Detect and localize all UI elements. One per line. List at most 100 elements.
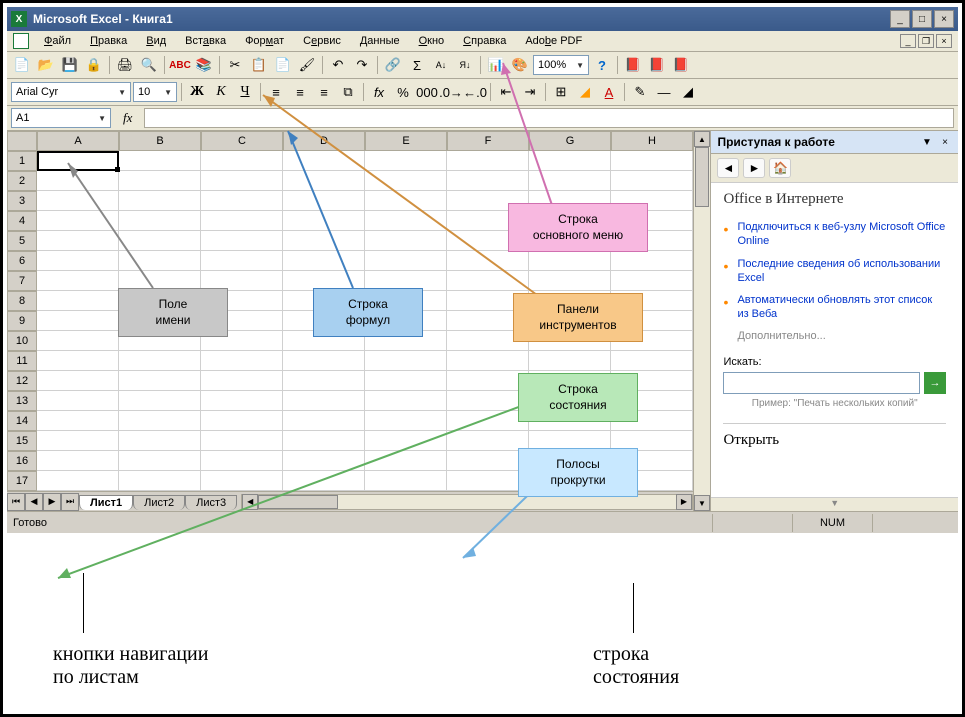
- align-left-icon[interactable]: ≡: [265, 81, 287, 103]
- cell[interactable]: [37, 451, 119, 471]
- percent-icon[interactable]: %: [392, 81, 414, 103]
- italic-button[interactable]: К: [210, 81, 232, 103]
- cell[interactable]: [37, 211, 119, 231]
- cell[interactable]: [201, 211, 283, 231]
- drawing-icon[interactable]: 🎨: [509, 54, 531, 76]
- row-header[interactable]: 12: [7, 371, 37, 391]
- cell[interactable]: [283, 351, 365, 371]
- pdf-icon-2[interactable]: 📕: [646, 54, 668, 76]
- close-button[interactable]: ×: [934, 10, 954, 28]
- cell[interactable]: [365, 211, 447, 231]
- doc-minimize-button[interactable]: _: [900, 34, 916, 48]
- cell[interactable]: [119, 171, 201, 191]
- column-header[interactable]: E: [365, 131, 447, 151]
- cell[interactable]: [447, 371, 529, 391]
- sheet-tab-3[interactable]: Лист3: [185, 495, 237, 510]
- taskpane-close-button[interactable]: ×: [938, 135, 952, 149]
- cell[interactable]: [37, 151, 119, 171]
- column-header[interactable]: F: [447, 131, 529, 151]
- first-sheet-button[interactable]: ⏮: [7, 493, 25, 511]
- menu-edit[interactable]: Правка: [82, 33, 135, 49]
- merge-center-icon[interactable]: ⧉: [337, 81, 359, 103]
- sheet-tab-2[interactable]: Лист2: [133, 495, 185, 510]
- sort-asc-icon[interactable]: А↓: [430, 54, 452, 76]
- cell[interactable]: [283, 431, 365, 451]
- decrease-decimal-icon[interactable]: ←.0: [464, 81, 486, 103]
- menu-window[interactable]: Окно: [411, 33, 453, 49]
- row-header[interactable]: 17: [7, 471, 37, 491]
- cell[interactable]: [119, 151, 201, 171]
- bold-button[interactable]: Ж: [186, 81, 208, 103]
- cell[interactable]: [365, 351, 447, 371]
- borders-icon[interactable]: ⊞: [550, 81, 572, 103]
- decrease-indent-icon[interactable]: ⇤: [495, 81, 517, 103]
- cell[interactable]: [283, 251, 365, 271]
- prev-sheet-button[interactable]: ◀: [25, 493, 43, 511]
- taskpane-link[interactable]: Автоматически обновлять этот список из В…: [723, 289, 946, 326]
- row-header[interactable]: 10: [7, 331, 37, 351]
- scroll-right-button[interactable]: ▶: [676, 494, 692, 510]
- cell[interactable]: [447, 391, 529, 411]
- pdf-icon-3[interactable]: 📕: [670, 54, 692, 76]
- vscroll-thumb[interactable]: [695, 147, 709, 207]
- cell[interactable]: [365, 151, 447, 171]
- sheet-tab-1[interactable]: Лист1: [79, 495, 133, 510]
- cell[interactable]: [611, 271, 693, 291]
- scroll-down-button[interactable]: ▼: [694, 495, 710, 511]
- menu-tools[interactable]: Сервис: [295, 33, 349, 49]
- cell[interactable]: [283, 451, 365, 471]
- column-header[interactable]: G: [529, 131, 611, 151]
- row-header[interactable]: 16: [7, 451, 37, 471]
- sort-desc-icon[interactable]: Я↓: [454, 54, 476, 76]
- cell[interactable]: [119, 231, 201, 251]
- increase-indent-icon[interactable]: ⇥: [519, 81, 541, 103]
- hscroll-thumb[interactable]: [258, 495, 338, 509]
- cell[interactable]: [119, 471, 201, 491]
- cell[interactable]: [447, 251, 529, 271]
- cell[interactable]: [283, 371, 365, 391]
- cell[interactable]: [119, 391, 201, 411]
- cell[interactable]: [529, 151, 611, 171]
- cell[interactable]: [365, 171, 447, 191]
- cell[interactable]: [119, 351, 201, 371]
- cell[interactable]: [365, 371, 447, 391]
- row-header[interactable]: 11: [7, 351, 37, 371]
- cell[interactable]: [283, 171, 365, 191]
- cell[interactable]: [529, 351, 611, 371]
- draw-border-icon[interactable]: ✎: [629, 81, 651, 103]
- cell[interactable]: [447, 151, 529, 171]
- cell[interactable]: [201, 391, 283, 411]
- column-header[interactable]: D: [283, 131, 365, 151]
- cell[interactable]: [447, 351, 529, 371]
- cell[interactable]: [283, 211, 365, 231]
- comma-icon[interactable]: 000: [416, 81, 438, 103]
- cell[interactable]: [283, 191, 365, 211]
- doc-close-button[interactable]: ×: [936, 34, 952, 48]
- name-box[interactable]: A1 ▼: [11, 108, 111, 128]
- print-icon[interactable]: 🖨: [114, 54, 136, 76]
- maximize-button[interactable]: □: [912, 10, 932, 28]
- cell[interactable]: [365, 191, 447, 211]
- scroll-up-button[interactable]: ▲: [694, 131, 710, 147]
- cell[interactable]: [365, 431, 447, 451]
- cell[interactable]: [201, 431, 283, 451]
- line-color-icon[interactable]: ◢: [677, 81, 699, 103]
- row-header[interactable]: 4: [7, 211, 37, 231]
- cell[interactable]: [201, 231, 283, 251]
- column-header[interactable]: A: [37, 131, 119, 151]
- cell[interactable]: [201, 191, 283, 211]
- cell[interactable]: [201, 171, 283, 191]
- search-input[interactable]: [723, 372, 920, 394]
- copy-icon[interactable]: 📋: [248, 54, 270, 76]
- menu-insert[interactable]: Вставка: [177, 33, 234, 49]
- cell[interactable]: [37, 171, 119, 191]
- cell[interactable]: [365, 451, 447, 471]
- row-header[interactable]: 13: [7, 391, 37, 411]
- cell[interactable]: [365, 231, 447, 251]
- row-header[interactable]: 5: [7, 231, 37, 251]
- doc-restore-button[interactable]: ❐: [918, 34, 934, 48]
- paste-icon[interactable]: 📄: [272, 54, 294, 76]
- menu-data[interactable]: Данные: [352, 33, 408, 49]
- row-header[interactable]: 7: [7, 271, 37, 291]
- cell[interactable]: [37, 411, 119, 431]
